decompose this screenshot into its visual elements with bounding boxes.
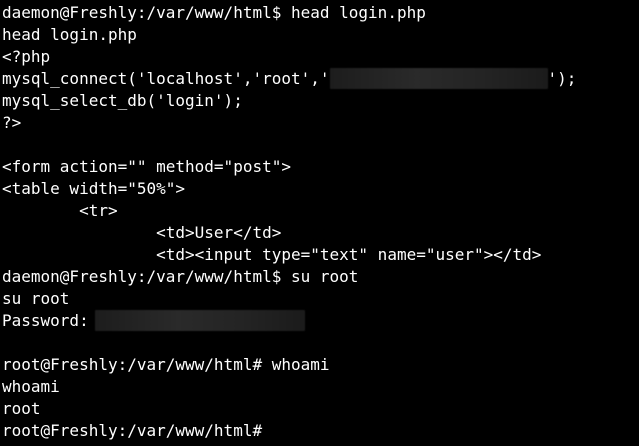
terminal-line: su root — [2, 289, 70, 308]
terminal-line: whoami — [2, 377, 60, 396]
terminal-line: <td>User</td> — [2, 223, 282, 242]
terminal-line-mysql-connect: mysql_connect('localhost','root',' '); — [2, 68, 639, 90]
redacted-db-password — [329, 68, 548, 89]
terminal-line-password: Password: — [2, 310, 639, 332]
terminal-line: mysql_select_db('login'); — [2, 91, 243, 110]
mysql-connect-prefix: mysql_connect('localhost','root',' — [2, 69, 330, 88]
password-prompt: Password: — [2, 311, 89, 330]
terminal-line: <form action="" method="post"> — [2, 157, 291, 176]
terminal-line: root — [2, 399, 41, 418]
terminal-line: head login.php — [2, 25, 137, 44]
terminal-line: <table width="50%"> — [2, 179, 186, 198]
terminal-line: ?> — [2, 113, 22, 132]
redacted-root-password — [94, 310, 305, 331]
terminal-window[interactable]: daemon@Freshly:/var/www/html$ head login… — [0, 0, 639, 446]
terminal-line: root@Freshly:/var/www/html# whoami — [2, 355, 330, 374]
terminal-line: daemon@Freshly:/var/www/html$ su root — [2, 267, 359, 286]
shell-prompt: root@Freshly:/var/www/html# — [2, 421, 263, 440]
terminal-prompt-line[interactable]: root@Freshly:/var/www/html# — [2, 420, 639, 442]
terminal-line: <td><input type="text" name="user"></td> — [2, 245, 542, 264]
terminal-line: <tr> — [2, 201, 118, 220]
terminal-line: daemon@Freshly:/var/www/html$ head login… — [2, 3, 426, 22]
mysql-connect-suffix: '); — [547, 69, 577, 88]
terminal-line: <?php — [2, 47, 51, 66]
